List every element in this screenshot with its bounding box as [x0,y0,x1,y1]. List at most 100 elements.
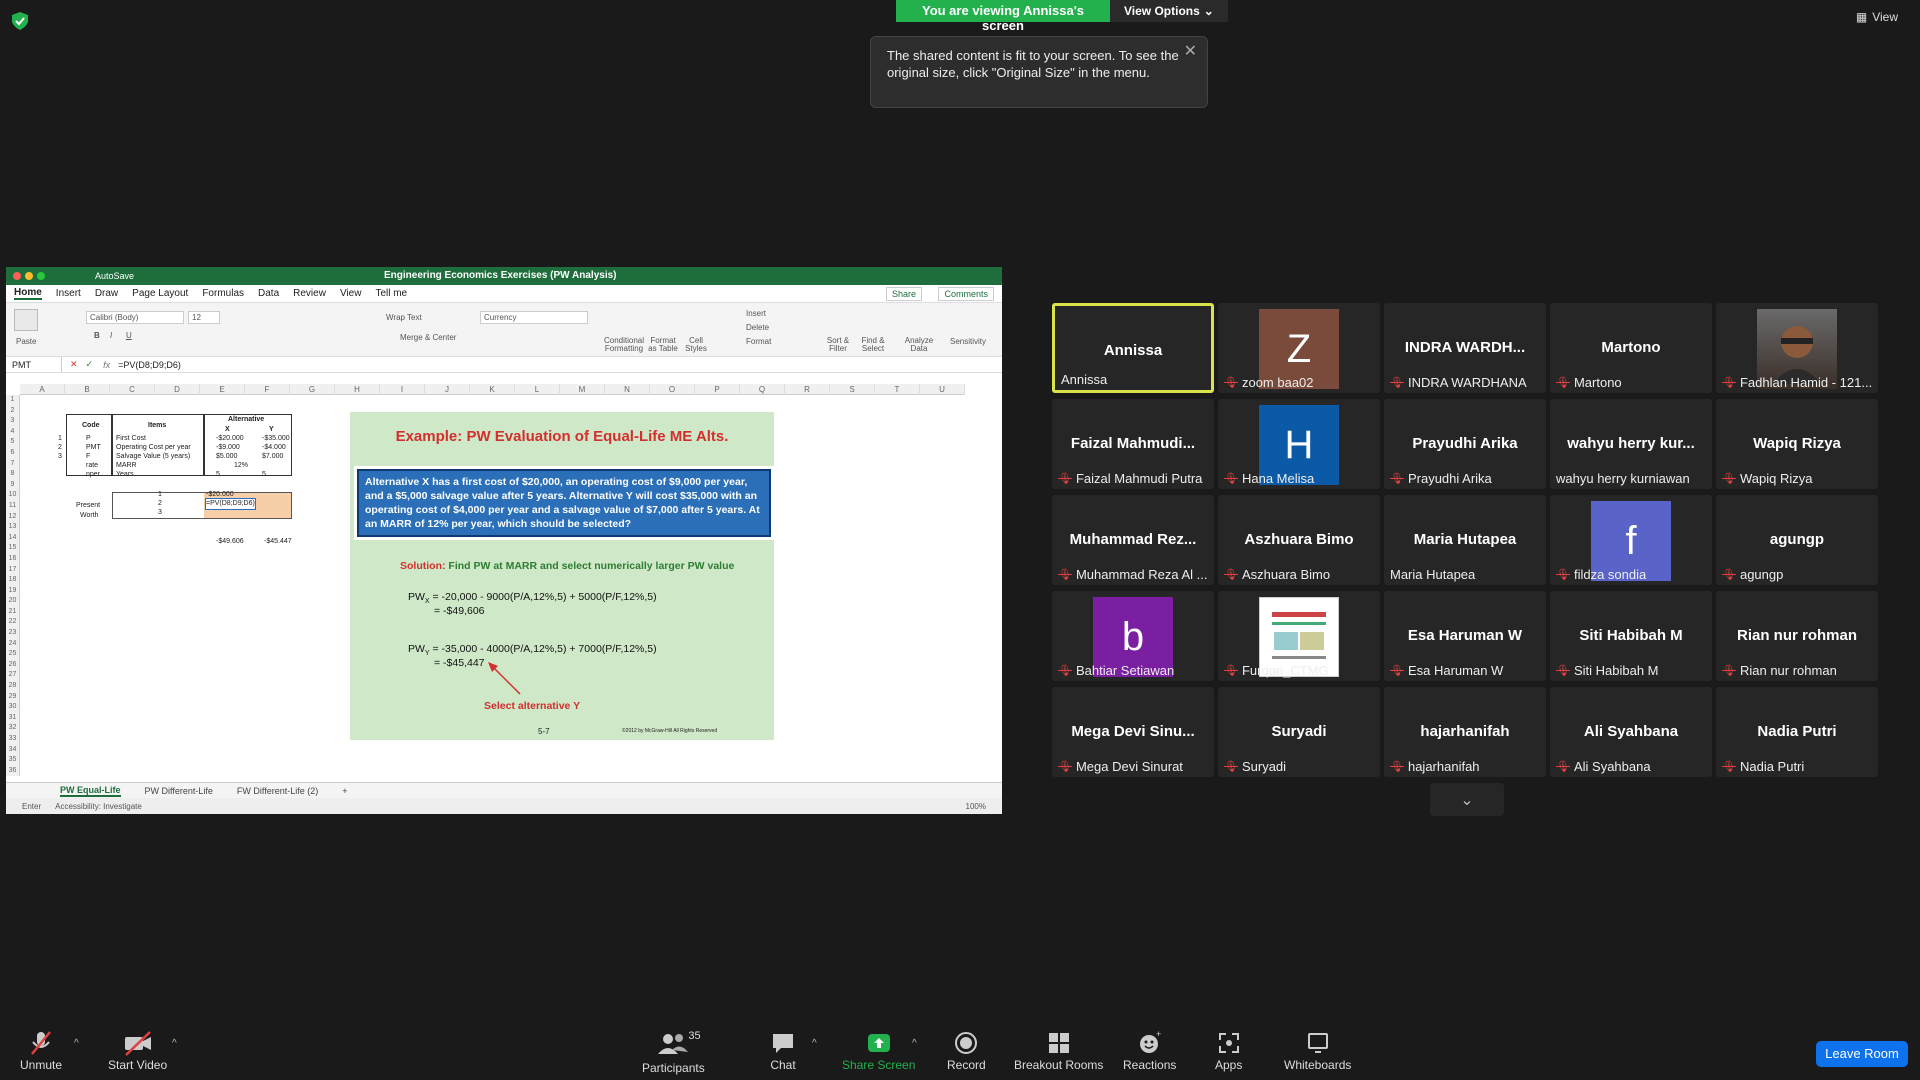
row-header[interactable]: 24 [6,639,19,650]
bold-icon[interactable]: B [94,331,100,340]
row-header[interactable]: 19 [6,586,19,597]
column-header[interactable]: F [245,384,290,395]
row-header[interactable]: 1 [6,395,19,406]
italic-icon[interactable]: I [110,331,112,340]
sort-filter-button[interactable]: Sort & Filter [826,337,850,353]
row-header[interactable]: 7 [6,459,19,470]
row-header[interactable]: 29 [6,692,19,703]
share-options-caret-icon[interactable]: ^ [912,1038,917,1049]
column-header[interactable]: A [20,384,65,395]
row-header[interactable]: 36 [6,766,19,777]
participant-tile[interactable]: b 🎙︎ Bahtiar Setiawan [1052,591,1214,681]
row-header[interactable]: 35 [6,755,19,766]
participant-tile[interactable]: Suryadi 🎙︎ Suryadi [1218,687,1380,777]
close-icon[interactable]: ✕ [1184,43,1197,60]
audio-options-caret-icon[interactable]: ^ [74,1038,79,1049]
column-header[interactable]: U [920,384,965,395]
sheet-tab-pw-different-life[interactable]: PW Different-Life [145,786,213,796]
row-header[interactable]: 11 [6,501,19,512]
column-header[interactable]: L [515,384,560,395]
row-header[interactable]: 34 [6,745,19,756]
alt-x-cell[interactable]: 5 [216,470,220,480]
ribbon-tab-insert[interactable]: Insert [56,288,81,299]
participant-tile[interactable]: INDRA WARDH... 🎙︎ INDRA WARDHANA [1384,303,1546,393]
row-header[interactable]: 8 [6,469,19,480]
row-number-cell[interactable]: 3 [58,452,62,462]
row-header[interactable]: 22 [6,617,19,628]
code-cell[interactable]: nper [86,470,100,480]
participant-tile[interactable]: 🎙︎ Fadhlan Hamid - 121... [1716,303,1878,393]
column-header[interactable]: R [785,384,830,395]
column-header[interactable]: T [875,384,920,395]
row-header[interactable]: 17 [6,565,19,576]
row-header[interactable]: 21 [6,607,19,618]
participant-tile[interactable]: Mega Devi Sinu... 🎙︎ Mega Devi Sinurat [1052,687,1214,777]
participant-tile[interactable]: f 🎙︎ fildza sondia [1550,495,1712,585]
cancel-icon[interactable]: ✕ [70,359,78,370]
item-cell[interactable]: Years [116,470,134,480]
view-options-button[interactable]: View Options ⌄ [1110,0,1228,22]
delete-cells-button[interactable]: Delete [746,323,769,332]
sheet-tab-fw-different-life-2[interactable]: FW Different-Life (2) [237,786,318,796]
row-header[interactable]: 30 [6,702,19,713]
column-header[interactable]: P [695,384,740,395]
row-header[interactable]: 27 [6,670,19,681]
row-header[interactable]: 18 [6,575,19,586]
find-select-button[interactable]: Find & Select [858,337,888,353]
participant-tile[interactable]: Siti Habibah M 🎙︎ Siti Habibah M [1550,591,1712,681]
ribbon-tab-view[interactable]: View [340,288,362,299]
row-header[interactable]: 10 [6,490,19,501]
analyze-data-button[interactable]: Analyze Data [902,337,936,353]
row-header[interactable]: 32 [6,723,19,734]
ribbon-tab-formulas[interactable]: Formulas [202,288,244,299]
column-header[interactable]: I [380,384,425,395]
row-header[interactable]: 20 [6,596,19,607]
participant-tile[interactable]: Aszhuara Bimo 🎙︎ Aszhuara Bimo [1218,495,1380,585]
whiteboards-button[interactable]: Whiteboards [1284,1030,1351,1072]
participant-tile[interactable]: hajarhanifah 🎙︎ hajarhanifah [1384,687,1546,777]
participant-tile[interactable]: Prayudhi Arika 🎙︎ Prayudhi Arika [1384,399,1546,489]
enter-icon[interactable]: ✓ [86,359,94,370]
pw-x-cell[interactable]: =PV(D8;D9;D6) [205,498,256,510]
sensitivity-button[interactable]: Sensitivity [950,337,986,346]
alt-x-cell[interactable]: 12% [234,461,248,471]
pw-row-number[interactable]: 3 [158,508,162,518]
ribbon-tab-tell-me[interactable]: Tell me [375,288,407,299]
column-header[interactable]: N [605,384,650,395]
row-header[interactable]: 31 [6,713,19,724]
start-video-button[interactable]: Start Video [108,1030,167,1072]
row-header[interactable]: 2 [6,406,19,417]
column-header[interactable]: D [155,384,200,395]
total-x-cell[interactable]: -$49.606 [216,537,244,547]
participant-tile[interactable]: Faizal Mahmudi... 🎙︎ Faizal Mahmudi Putra [1052,399,1214,489]
format-cells-button[interactable]: Format [746,337,771,346]
autosave-label[interactable]: AutoSave [95,271,134,281]
row-header[interactable]: 33 [6,734,19,745]
row-header[interactable]: 9 [6,480,19,491]
apps-button[interactable]: Apps [1215,1030,1242,1072]
close-window-icon[interactable] [13,272,21,280]
participant-tile[interactable]: Rian nur rohman 🎙︎ Rian nur rohman [1716,591,1878,681]
column-header[interactable]: J [425,384,470,395]
total-y-cell[interactable]: -$45.447 [264,537,292,547]
participant-tile[interactable]: Wapiq Rizya 🎙︎ Wapiq Rizya [1716,399,1878,489]
worksheet-grid[interactable]: ABCDEFGHIJKLMNOPQRSTU 1 2 3 4 5 6 7 8 9 10 11 12 13 1… [6,384,1002,782]
minimize-window-icon[interactable] [25,272,33,280]
participant-tile[interactable]: 🎙︎ Furqon_CTMG [1218,591,1380,681]
ribbon-tab-home[interactable]: Home [14,287,42,300]
row-header[interactable]: 3 [6,416,19,427]
row-header[interactable]: 25 [6,649,19,660]
row-header[interactable]: 14 [6,533,19,544]
breakout-rooms-button[interactable]: Breakout Rooms [1014,1030,1103,1072]
column-header[interactable]: K [470,384,515,395]
row-header[interactable]: 16 [6,554,19,565]
font-size-select[interactable]: 12 [188,311,220,324]
share-button[interactable]: Share [885,287,922,301]
row-header[interactable]: 5 [6,437,19,448]
name-box[interactable]: PMT [6,357,62,372]
accessibility-status[interactable]: Accessibility: Investigate [55,802,142,811]
formula-input[interactable]: =PV(D8;D9;D6) [118,360,181,370]
cell-styles-button[interactable]: Cell Styles [682,337,710,353]
chat-button[interactable]: Chat [770,1030,796,1072]
participant-tile[interactable]: Esa Haruman W 🎙︎ Esa Haruman W [1384,591,1546,681]
